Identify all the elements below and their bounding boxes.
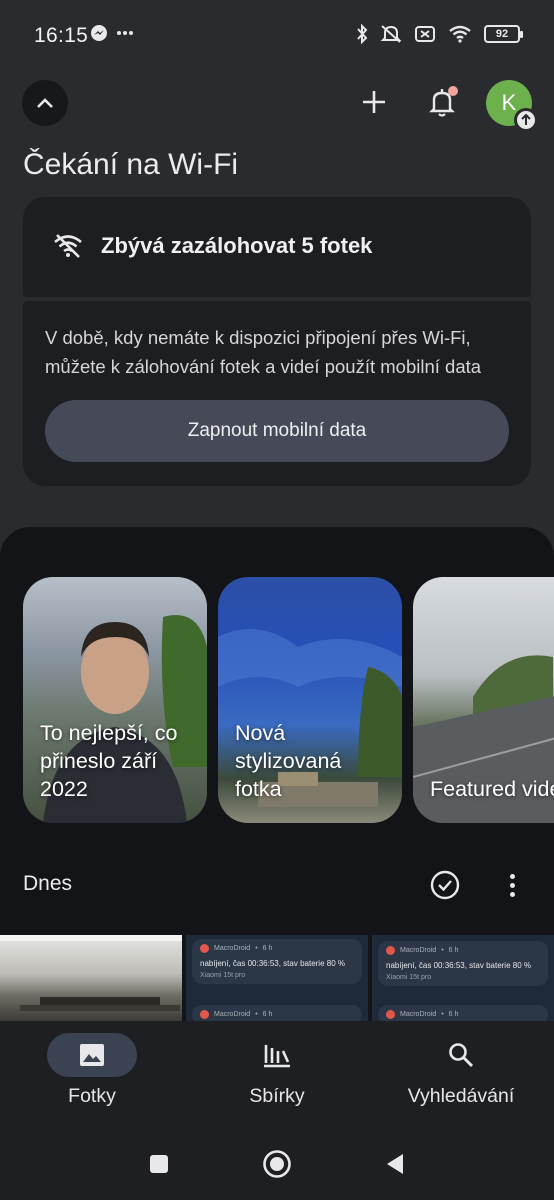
plus-icon — [363, 91, 385, 113]
wifi-icon — [449, 25, 471, 43]
page-title: Čekání na Wi-Fi — [23, 148, 239, 181]
battery-indicator: 92 — [484, 25, 523, 43]
chevron-up-icon — [37, 98, 53, 108]
nav-item-library[interactable]: Sbírky — [185, 1033, 369, 1108]
section-header-today: Dnes — [23, 872, 73, 895]
memory-title: Nová stylizovaná fotka — [235, 721, 342, 801]
backup-info-card: V době, kdy nemáte k dispozici připojení… — [23, 301, 531, 486]
photo-icon — [80, 1044, 104, 1066]
home-button[interactable] — [262, 1149, 292, 1179]
backup-badge — [514, 108, 538, 132]
recents-button[interactable] — [144, 1149, 174, 1179]
memory-title: To nejlepší, co přineslo září 2022 — [40, 721, 178, 801]
screenshot-notification: MacroDroid • 6 h nabíjení, čas 00:36:53, s… — [378, 941, 548, 986]
avatar[interactable]: K — [486, 80, 538, 132]
backup-status-card[interactable]: Zbývá zazálohovat 5 fotek — [23, 197, 531, 297]
screenshot-notification: MacroDroid • 6 h — [378, 1005, 548, 1021]
status-right-icons: 92 — [356, 24, 523, 44]
photo-thumbnail[interactable]: MacroDroid • 6 h nabíjení, čas 00:36:53, s… — [186, 935, 368, 1021]
nav-pill-active — [47, 1033, 137, 1077]
notifications-button[interactable] — [424, 82, 460, 122]
status-time: 16:15 — [34, 24, 89, 47]
bluetooth-icon — [357, 24, 368, 44]
screenshot-notification: MacroDroid • 6 h — [192, 1005, 362, 1021]
more-vert-icon — [509, 873, 515, 879]
messenger-icon — [91, 25, 107, 41]
memories-carousel[interactable]: To nejlepší, co přineslo září 2022 Nová … — [23, 577, 554, 823]
add-button[interactable] — [356, 84, 392, 120]
photo-grid: MacroDroid • 6 h nabíjení, čas 00:36:53, s… — [0, 935, 554, 1021]
wifi-off-icon — [54, 234, 82, 258]
nav-label: Fotky — [68, 1085, 116, 1107]
backup-description: V době, kdy nemáte k dispozici připojení… — [45, 327, 482, 377]
avatar-letter: K — [501, 90, 517, 115]
mute-icon — [380, 25, 402, 43]
memory-card[interactable]: Featured video — [413, 577, 554, 823]
nav-label: Sbírky — [249, 1085, 305, 1107]
memory-card[interactable]: To nejlepší, co přineslo září 2022 — [23, 577, 207, 823]
system-navigation-bar — [0, 1131, 554, 1200]
memory-card[interactable]: Nová stylizovaná fotka — [218, 577, 402, 823]
back-triangle-icon — [387, 1154, 403, 1174]
photos-panel: To nejlepší, co přineslo září 2022 Nová … — [0, 527, 554, 1021]
nav-item-photos[interactable]: Fotky — [0, 1033, 184, 1108]
enable-mobile-data-button[interactable]: Zapnout mobilní data — [45, 400, 509, 462]
check-circle-icon — [430, 870, 460, 900]
arrow-up-icon — [521, 114, 531, 125]
back-button[interactable] — [380, 1149, 410, 1179]
more-options-button[interactable] — [502, 869, 522, 901]
memory-title: Featured video — [430, 777, 554, 801]
library-icon — [264, 1045, 290, 1068]
collapse-button[interactable] — [22, 80, 68, 126]
no-sim-icon — [415, 26, 435, 42]
bottom-navigation: Fotky Sbírky Vyhledávání — [0, 1021, 554, 1131]
search-icon — [449, 1043, 474, 1068]
home-circle-icon — [263, 1150, 291, 1178]
screenshot-notification: MacroDroid • 6 h nabíjení, čas 00:36:53, s… — [192, 939, 362, 984]
notification-dot — [448, 86, 458, 96]
nav-item-search[interactable]: Vyhledávání — [369, 1033, 553, 1108]
more-dots-icon — [117, 31, 133, 35]
square-icon — [150, 1155, 168, 1173]
select-all-button[interactable] — [429, 869, 461, 901]
photo-thumbnail[interactable]: MacroDroid • 6 h nabíjení, čas 00:36:53, s… — [372, 935, 554, 1021]
photo-thumbnail[interactable] — [0, 935, 182, 1021]
nav-label: Vyhledávání — [407, 1085, 515, 1107]
status-bar: 16:15 92 — [0, 0, 554, 70]
backup-headline: Zbývá zazálohovat 5 fotek — [101, 233, 373, 258]
status-left-icons — [90, 24, 134, 42]
